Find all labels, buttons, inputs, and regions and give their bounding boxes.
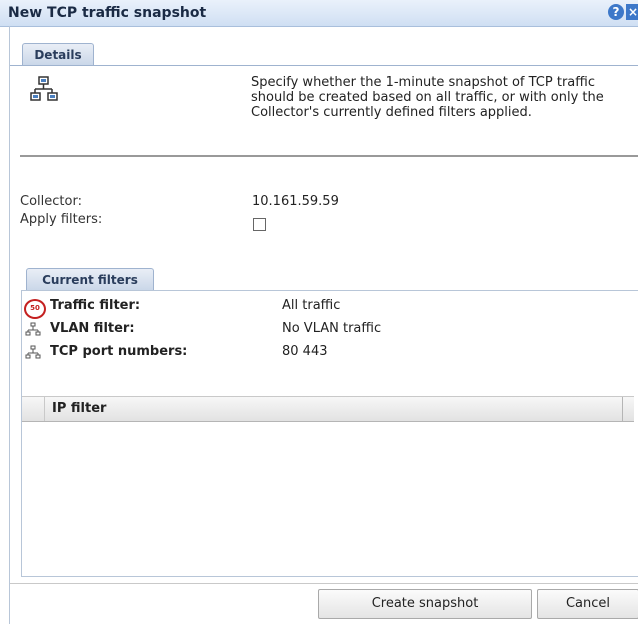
dialog-title: New TCP traffic snapshot [8,5,207,21]
collector-value: 10.161.59.59 [252,194,339,209]
create-snapshot-button[interactable]: Create snapshot [318,589,532,619]
stop-sign-icon: 50 [24,299,46,319]
apply-filters-label: Apply filters: [20,212,103,227]
row-selector-header [22,397,45,421]
filter-value: No VLAN traffic [282,321,382,336]
filter-value: 80 443 [282,344,328,359]
tab-current-filters[interactable]: Current filters [26,268,154,291]
cancel-button[interactable]: Cancel [537,589,638,619]
apply-filters-checkbox[interactable] [253,218,266,231]
footer-divider [10,583,638,584]
filter-label: Traffic filter: [50,298,141,313]
filter-label: TCP port numbers: [50,344,188,359]
dialog-border [9,26,10,624]
collector-label: Collector: [20,194,82,209]
intro-text: Specify whether the 1-minute snapshot of… [251,75,604,120]
filter-label: VLAN filter: [50,321,135,336]
network-small-icon [25,322,41,336]
network-icon [30,76,58,101]
column-resize-end [622,397,635,421]
filter-value: All traffic [282,298,341,313]
column-header-ip-filter[interactable]: IP filter [52,401,106,416]
tab-underline [10,65,638,66]
ip-filter-table-header: IP filter [22,396,634,422]
close-icon[interactable]: × [626,4,638,20]
help-icon[interactable]: ? [608,4,624,20]
divider [20,155,638,157]
network-small-icon [25,345,41,359]
dialog-titlebar: New TCP traffic snapshot ? × [0,0,638,27]
tab-details[interactable]: Details [22,43,94,66]
